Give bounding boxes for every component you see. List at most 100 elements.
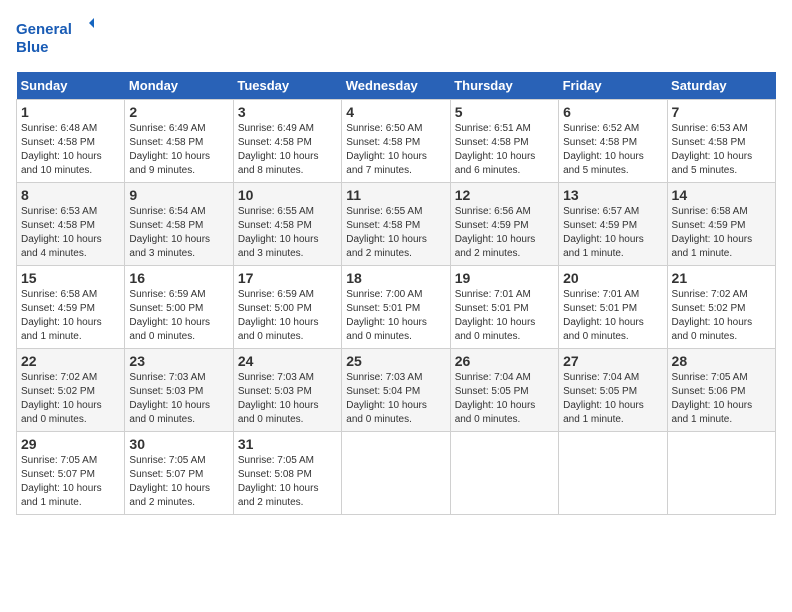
calendar-day-cell: 11Sunrise: 6:55 AM Sunset: 4:58 PM Dayli… bbox=[342, 183, 450, 266]
day-number: 21 bbox=[672, 270, 771, 286]
weekday-header-row: SundayMondayTuesdayWednesdayThursdayFrid… bbox=[17, 72, 776, 100]
day-info: Sunrise: 6:49 AM Sunset: 4:58 PM Dayligh… bbox=[238, 122, 337, 178]
day-number: 16 bbox=[129, 270, 228, 286]
day-info: Sunrise: 7:02 AM Sunset: 5:02 PM Dayligh… bbox=[21, 371, 120, 427]
day-number: 1 bbox=[21, 104, 120, 120]
day-info: Sunrise: 7:03 AM Sunset: 5:03 PM Dayligh… bbox=[129, 371, 228, 427]
calendar-day-cell: 10 Sunrise: 6:55 AM Sunset: 4:58 PM Dayli… bbox=[233, 183, 341, 266]
calendar-day-cell: 29 Sunrise: 7:05 AM Sunset: 5:07 PM Dayli… bbox=[17, 432, 125, 515]
calendar-day-cell: 15 Sunrise: 6:58 AM Sunset: 4:59 PM Dayli… bbox=[17, 266, 125, 349]
day-info: Sunrise: 7:01 AM Sunset: 5:01 PM Dayligh… bbox=[455, 288, 554, 344]
day-info: Sunrise: 6:58 AM Sunset: 4:59 PM Dayligh… bbox=[672, 205, 771, 261]
calendar-day-cell: 3 Sunrise: 6:49 AM Sunset: 4:58 PM Daylig… bbox=[233, 100, 341, 183]
calendar-day-cell bbox=[342, 432, 450, 515]
day-info: Sunrise: 6:59 AM Sunset: 5:00 PM Dayligh… bbox=[238, 288, 337, 344]
day-number: 23 bbox=[129, 353, 228, 369]
calendar-day-cell: 7 Sunrise: 6:53 AM Sunset: 4:58 PM Daylig… bbox=[667, 100, 775, 183]
calendar-day-cell bbox=[450, 432, 558, 515]
day-number: 3 bbox=[238, 104, 337, 120]
day-info: Sunrise: 6:48 AM Sunset: 4:58 PM Dayligh… bbox=[21, 122, 120, 178]
day-info: Sunrise: 6:58 AM Sunset: 4:59 PM Dayligh… bbox=[21, 288, 120, 344]
day-number: 25 bbox=[346, 353, 445, 369]
weekday-header-cell: Wednesday bbox=[342, 72, 450, 100]
calendar-day-cell: 20 Sunrise: 7:01 AM Sunset: 5:01 PM Dayli… bbox=[559, 266, 667, 349]
day-number: 15 bbox=[21, 270, 120, 286]
calendar-body: 1 Sunrise: 6:48 AM Sunset: 4:58 PM Daylig… bbox=[17, 100, 776, 515]
day-info: Sunrise: 7:04 AM Sunset: 5:05 PM Dayligh… bbox=[563, 371, 662, 427]
day-info: Sunrise: 7:05 AM Sunset: 5:08 PM Dayligh… bbox=[238, 454, 337, 510]
calendar-day-cell: 4 Sunrise: 6:50 AM Sunset: 4:58 PM Daylig… bbox=[342, 100, 450, 183]
day-info: Sunrise: 6:53 AM Sunset: 4:58 PM Dayligh… bbox=[21, 205, 120, 261]
day-info: Sunrise: 6:54 AM Sunset: 4:58 PM Dayligh… bbox=[129, 205, 228, 261]
day-info: Sunrise: 7:05 AM Sunset: 5:06 PM Dayligh… bbox=[672, 371, 771, 427]
day-number: 29 bbox=[21, 436, 120, 452]
day-number: 5 bbox=[455, 104, 554, 120]
day-info: Sunrise: 7:05 AM Sunset: 5:07 PM Dayligh… bbox=[21, 454, 120, 510]
calendar-day-cell: 8 Sunrise: 6:53 AM Sunset: 4:58 PM Daylig… bbox=[17, 183, 125, 266]
day-number: 11 bbox=[346, 187, 445, 203]
day-info: Sunrise: 7:01 AM Sunset: 5:01 PM Dayligh… bbox=[563, 288, 662, 344]
calendar-day-cell: 19Sunrise: 7:01 AM Sunset: 5:01 PM Dayli… bbox=[450, 266, 558, 349]
calendar-day-cell: 14 Sunrise: 6:58 AM Sunset: 4:59 PM Dayli… bbox=[667, 183, 775, 266]
day-info: Sunrise: 7:05 AM Sunset: 5:07 PM Dayligh… bbox=[129, 454, 228, 510]
day-info: Sunrise: 6:52 AM Sunset: 4:58 PM Dayligh… bbox=[563, 122, 662, 178]
calendar-day-cell: 2 Sunrise: 6:49 AM Sunset: 4:58 PM Daylig… bbox=[125, 100, 233, 183]
calendar-table: SundayMondayTuesdayWednesdayThursdayFrid… bbox=[16, 72, 776, 515]
logo: General Blue bbox=[16, 16, 96, 60]
weekday-header-cell: Friday bbox=[559, 72, 667, 100]
day-info: Sunrise: 6:55 AM Sunset: 4:58 PM Dayligh… bbox=[238, 205, 337, 261]
day-number: 30 bbox=[129, 436, 228, 452]
day-info: Sunrise: 6:49 AM Sunset: 4:58 PM Dayligh… bbox=[129, 122, 228, 178]
calendar-day-cell: 24Sunrise: 7:03 AM Sunset: 5:03 PM Dayli… bbox=[233, 349, 341, 432]
calendar-day-cell: 27 Sunrise: 7:04 AM Sunset: 5:05 PM Dayli… bbox=[559, 349, 667, 432]
svg-text:Blue: Blue bbox=[16, 39, 49, 56]
weekday-header-cell: Saturday bbox=[667, 72, 775, 100]
weekday-header-cell: Sunday bbox=[17, 72, 125, 100]
calendar-day-cell: 26 Sunrise: 7:04 AM Sunset: 5:05 PM Dayli… bbox=[450, 349, 558, 432]
calendar-day-cell: 25Sunrise: 7:03 AM Sunset: 5:04 PM Dayli… bbox=[342, 349, 450, 432]
day-info: Sunrise: 6:50 AM Sunset: 4:58 PM Dayligh… bbox=[346, 122, 445, 178]
calendar-day-cell: 30 Sunrise: 7:05 AM Sunset: 5:07 PM Dayli… bbox=[125, 432, 233, 515]
calendar-day-cell: 21Sunrise: 7:02 AM Sunset: 5:02 PM Dayli… bbox=[667, 266, 775, 349]
weekday-header-cell: Monday bbox=[125, 72, 233, 100]
page-header: General Blue bbox=[16, 16, 776, 60]
day-info: Sunrise: 6:56 AM Sunset: 4:59 PM Dayligh… bbox=[455, 205, 554, 261]
day-number: 7 bbox=[672, 104, 771, 120]
day-number: 28 bbox=[672, 353, 771, 369]
calendar-day-cell: 28 Sunrise: 7:05 AM Sunset: 5:06 PM Dayli… bbox=[667, 349, 775, 432]
calendar-day-cell bbox=[667, 432, 775, 515]
day-number: 10 bbox=[238, 187, 337, 203]
svg-text:General: General bbox=[16, 21, 72, 38]
calendar-day-cell: 18Sunrise: 7:00 AM Sunset: 5:01 PM Dayli… bbox=[342, 266, 450, 349]
day-info: Sunrise: 6:51 AM Sunset: 4:58 PM Dayligh… bbox=[455, 122, 554, 178]
day-number: 12 bbox=[455, 187, 554, 203]
calendar-day-cell: 31Sunrise: 7:05 AM Sunset: 5:08 PM Dayli… bbox=[233, 432, 341, 515]
calendar-day-cell: 9Sunrise: 6:54 AM Sunset: 4:58 PM Daylig… bbox=[125, 183, 233, 266]
day-info: Sunrise: 6:59 AM Sunset: 5:00 PM Dayligh… bbox=[129, 288, 228, 344]
day-number: 6 bbox=[563, 104, 662, 120]
calendar-week-row: 8 Sunrise: 6:53 AM Sunset: 4:58 PM Daylig… bbox=[17, 183, 776, 266]
day-number: 22 bbox=[21, 353, 120, 369]
calendar-day-cell: 22 Sunrise: 7:02 AM Sunset: 5:02 PM Dayli… bbox=[17, 349, 125, 432]
day-number: 14 bbox=[672, 187, 771, 203]
calendar-day-cell: 12 Sunrise: 6:56 AM Sunset: 4:59 PM Dayli… bbox=[450, 183, 558, 266]
day-number: 8 bbox=[21, 187, 120, 203]
calendar-day-cell: 23 Sunrise: 7:03 AM Sunset: 5:03 PM Dayli… bbox=[125, 349, 233, 432]
calendar-day-cell: 13Sunrise: 6:57 AM Sunset: 4:59 PM Dayli… bbox=[559, 183, 667, 266]
day-info: Sunrise: 6:53 AM Sunset: 4:58 PM Dayligh… bbox=[672, 122, 771, 178]
calendar-day-cell: 16 Sunrise: 6:59 AM Sunset: 5:00 PM Dayli… bbox=[125, 266, 233, 349]
logo-svg: General Blue bbox=[16, 16, 96, 60]
day-number: 27 bbox=[563, 353, 662, 369]
day-info: Sunrise: 7:04 AM Sunset: 5:05 PM Dayligh… bbox=[455, 371, 554, 427]
day-number: 20 bbox=[563, 270, 662, 286]
day-info: Sunrise: 7:00 AM Sunset: 5:01 PM Dayligh… bbox=[346, 288, 445, 344]
day-number: 2 bbox=[129, 104, 228, 120]
calendar-day-cell: 6 Sunrise: 6:52 AM Sunset: 4:58 PM Daylig… bbox=[559, 100, 667, 183]
day-number: 4 bbox=[346, 104, 445, 120]
day-number: 17 bbox=[238, 270, 337, 286]
calendar-week-row: 1 Sunrise: 6:48 AM Sunset: 4:58 PM Daylig… bbox=[17, 100, 776, 183]
calendar-week-row: 15 Sunrise: 6:58 AM Sunset: 4:59 PM Dayli… bbox=[17, 266, 776, 349]
day-number: 26 bbox=[455, 353, 554, 369]
day-info: Sunrise: 7:03 AM Sunset: 5:03 PM Dayligh… bbox=[238, 371, 337, 427]
calendar-day-cell: 1 Sunrise: 6:48 AM Sunset: 4:58 PM Daylig… bbox=[17, 100, 125, 183]
